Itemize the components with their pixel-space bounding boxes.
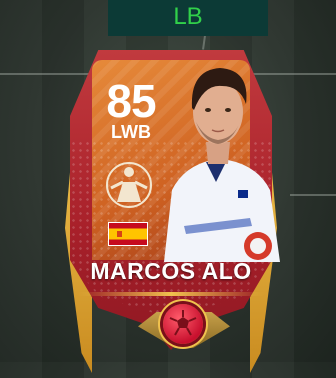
soccer-ball-icon[interactable]	[163, 304, 203, 344]
player-portrait	[164, 68, 280, 262]
spain-flag-icon	[108, 222, 148, 246]
position-slot-label: LB	[108, 0, 268, 36]
name-divider	[78, 292, 264, 296]
card-position: LWB	[111, 122, 151, 142]
pitch-line	[290, 194, 336, 196]
rating-value: 85	[106, 75, 156, 127]
program-badge-icon	[106, 162, 152, 208]
player-name: MARCOS ALO	[90, 258, 252, 284]
